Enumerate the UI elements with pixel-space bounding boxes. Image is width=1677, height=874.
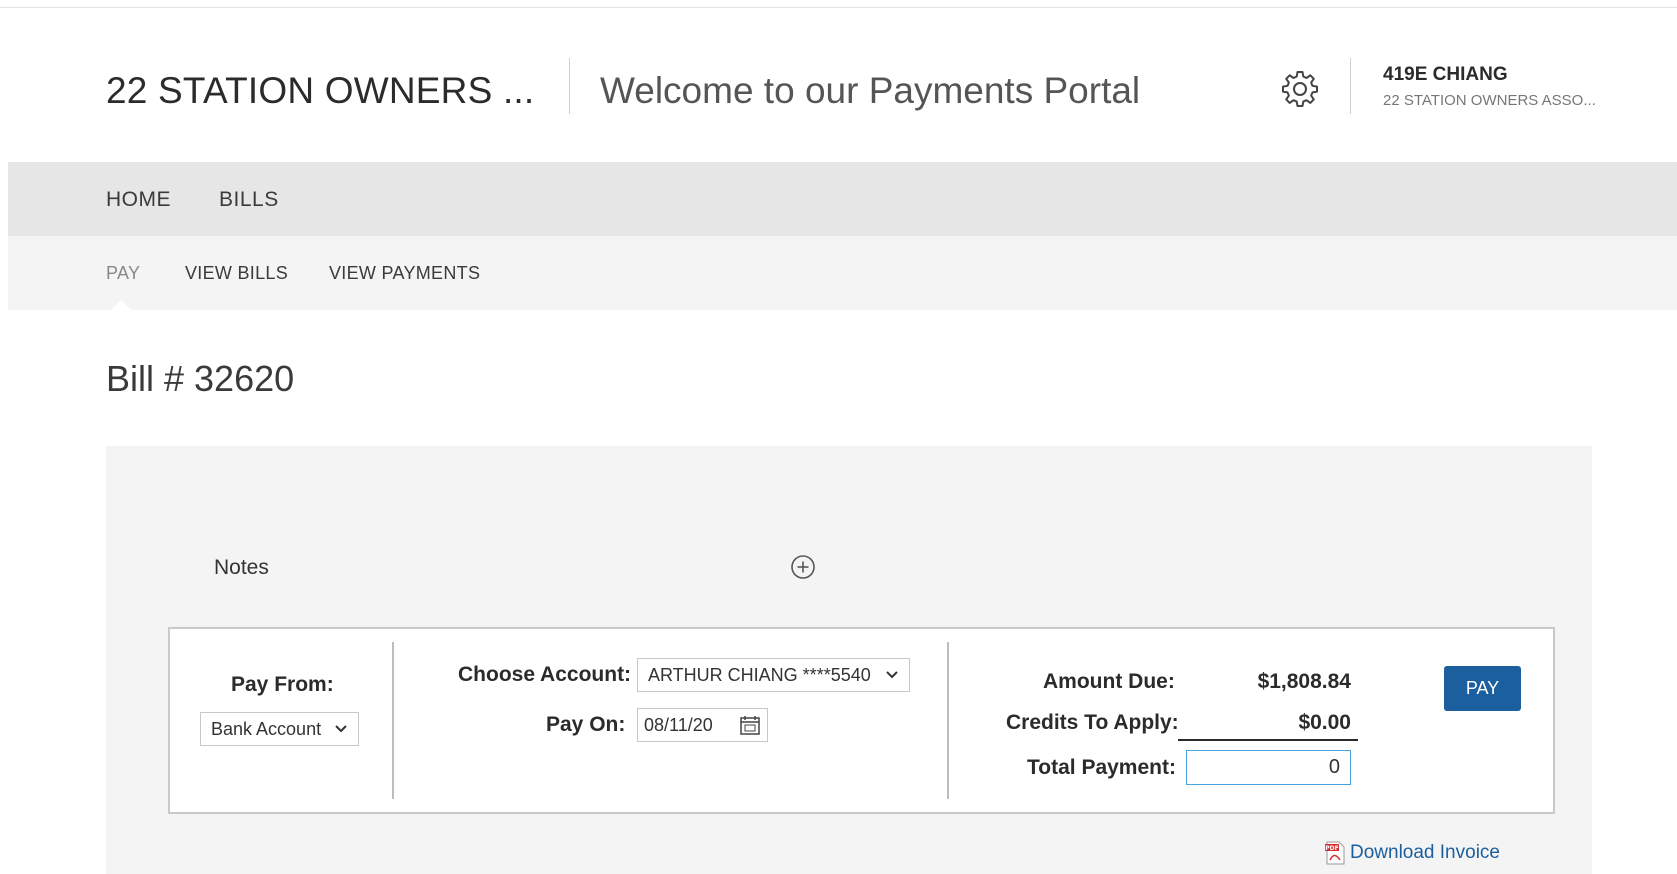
- pay-on-value: 08/11/20: [644, 714, 713, 735]
- user-name[interactable]: 419E CHIANG: [1383, 64, 1508, 86]
- nav-bills[interactable]: BILLS: [219, 188, 279, 212]
- org-title: 22 STATION OWNERS ...: [106, 70, 535, 111]
- amount-due-value: $1,808.84: [1257, 670, 1351, 693]
- choose-account-value: ARTHUR CHIANG ****5540: [648, 664, 871, 685]
- column-divider: [947, 642, 949, 799]
- header: 22 STATION OWNERS ... Welcome to our Pay…: [0, 8, 1677, 162]
- secondary-nav: PAY VIEW BILLS VIEW PAYMENTS: [8, 236, 1677, 310]
- tab-pay[interactable]: PAY: [106, 263, 140, 284]
- svg-text:PDF: PDF: [1325, 845, 1338, 852]
- plus-circle-icon[interactable]: [790, 554, 816, 580]
- choose-account-label: Choose Account:: [458, 663, 632, 686]
- pay-from-label: Pay From:: [231, 673, 334, 696]
- download-invoice-link[interactable]: PDF Download Invoice: [1324, 841, 1500, 865]
- credits-label: Credits To Apply:: [1006, 711, 1179, 734]
- sum-rule: [1178, 739, 1358, 741]
- pay-on-label: Pay On:: [546, 713, 626, 736]
- user-org: 22 STATION OWNERS ASSO...: [1383, 92, 1596, 109]
- total-payment-input[interactable]: [1186, 750, 1351, 785]
- primary-nav: HOME BILLS: [8, 162, 1677, 236]
- chevron-down-icon: [334, 721, 348, 737]
- gear-icon[interactable]: [1280, 68, 1320, 108]
- bill-title: Bill # 32620: [106, 358, 295, 399]
- active-tab-indicator: [110, 300, 132, 311]
- nav-home[interactable]: HOME: [106, 188, 171, 212]
- tab-view-payments[interactable]: VIEW PAYMENTS: [329, 263, 480, 284]
- tab-view-bills[interactable]: VIEW BILLS: [185, 263, 288, 284]
- chevron-down-icon: [885, 667, 899, 683]
- pdf-icon: PDF: [1324, 841, 1346, 865]
- pay-from-value: Bank Account: [211, 718, 322, 739]
- total-payment-label: Total Payment:: [1027, 756, 1176, 779]
- user-divider: [1350, 58, 1351, 114]
- pay-on-date-field[interactable]: 08/11/20: [637, 708, 768, 742]
- pay-from-select[interactable]: Bank Account: [200, 712, 359, 746]
- choose-account-select[interactable]: ARTHUR CHIANG ****5540: [637, 658, 910, 692]
- credits-value: $0.00: [1298, 711, 1351, 734]
- amount-due-label: Amount Due:: [1043, 670, 1175, 693]
- header-divider: [569, 58, 570, 114]
- calendar-icon[interactable]: [739, 714, 761, 736]
- column-divider: [392, 642, 394, 799]
- download-invoice-label: Download Invoice: [1350, 842, 1500, 863]
- notes-label: Notes: [214, 556, 269, 579]
- pay-button[interactable]: PAY: [1444, 666, 1521, 711]
- welcome-message: Welcome to our Payments Portal: [600, 70, 1141, 111]
